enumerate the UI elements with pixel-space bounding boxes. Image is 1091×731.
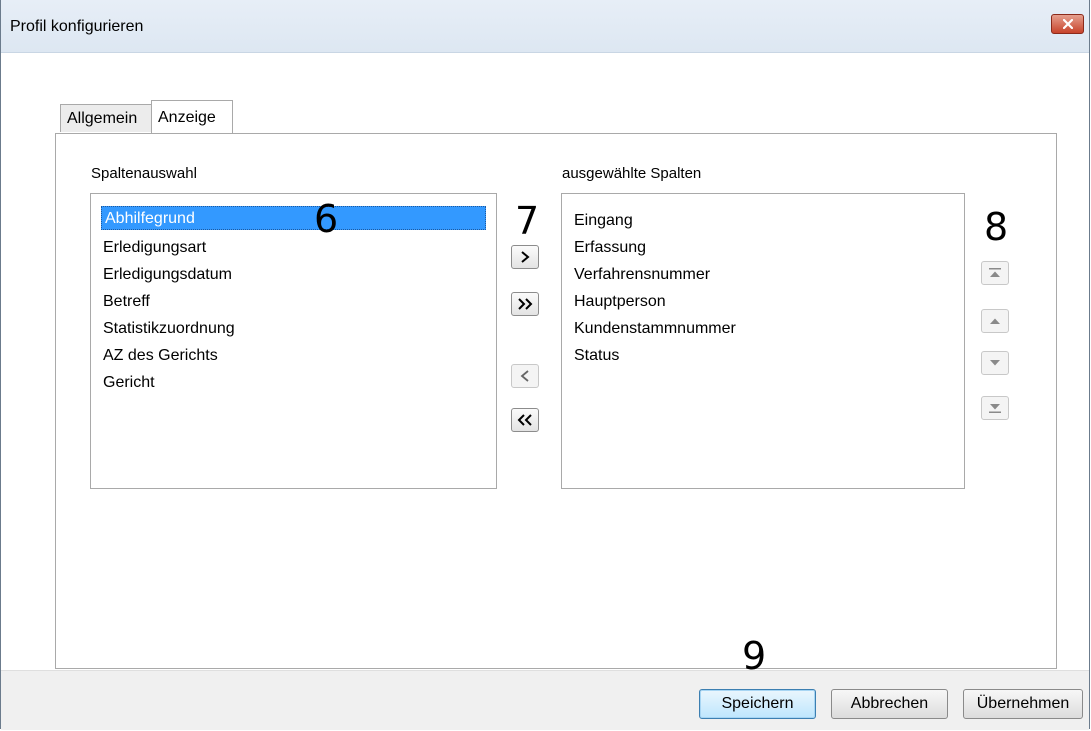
add-all-columns-button[interactable] [511,292,539,316]
move-to-bottom-button[interactable] [981,396,1009,420]
list-item-selected[interactable]: Abhilfegrund [101,206,486,230]
selected-columns-list[interactable]: Eingang Erfassung Verfahrensnummer Haupt… [561,193,965,489]
dialog-content: Allgemein Anzeige Spaltenauswahl Abhilfe… [1,53,1089,670]
double-chevron-left-icon [517,414,532,426]
close-button[interactable] [1051,14,1084,34]
list-item[interactable]: Betreff [103,290,150,314]
annotation-6: 6 [314,197,339,241]
selected-columns-label: ausgewählte Spalten [562,165,702,182]
list-item[interactable]: Status [574,344,619,368]
arrow-up-icon [990,318,1000,324]
add-column-button[interactable] [511,245,539,269]
list-item[interactable]: Erledigungsart [103,236,206,260]
title-bar: Profil konfigurieren [1,0,1089,53]
list-item[interactable]: Erfassung [574,236,646,260]
save-button[interactable]: Speichern [699,689,816,719]
available-columns-list[interactable]: Abhilfegrund Erledigungsart Erledigungsd… [90,193,497,489]
apply-button[interactable]: Übernehmen [963,689,1083,719]
move-up-button[interactable] [981,309,1009,333]
remove-column-button[interactable] [511,364,539,388]
available-columns-label: Spaltenauswahl [91,165,197,182]
arrow-down-icon [990,360,1000,366]
button-bar: Speichern Abbrechen Übernehmen [1,670,1089,730]
move-to-top-icon [989,268,1001,277]
list-item[interactable]: Gericht [103,371,155,395]
annotation-7: 7 [515,199,540,243]
move-to-top-button[interactable] [981,261,1009,285]
move-down-button[interactable] [981,351,1009,375]
window-title: Profil konfigurieren [10,18,144,35]
list-item[interactable]: Erledigungsdatum [103,263,232,287]
double-chevron-right-icon [518,298,533,310]
chevron-left-icon [520,370,529,382]
list-item[interactable]: Eingang [574,209,633,233]
move-to-bottom-icon [989,404,1001,413]
tab-anzeige[interactable]: Anzeige [151,100,233,133]
annotation-8: 8 [984,205,1009,249]
tab-allgemein[interactable]: Allgemein [60,104,153,132]
list-item[interactable]: Statistikzuordnung [103,317,235,341]
cancel-button[interactable]: Abbrechen [831,689,948,719]
list-item[interactable]: Hauptperson [574,290,666,314]
remove-all-columns-button[interactable] [511,408,539,432]
list-item[interactable]: Kundenstammnummer [574,317,736,341]
dialog-window: Profil konfigurieren Allgemein Anzeige S… [0,0,1090,730]
close-icon [1063,19,1073,29]
list-item[interactable]: Verfahrensnummer [574,263,710,287]
list-item[interactable]: AZ des Gerichts [103,344,218,368]
chevron-right-icon [521,251,530,263]
